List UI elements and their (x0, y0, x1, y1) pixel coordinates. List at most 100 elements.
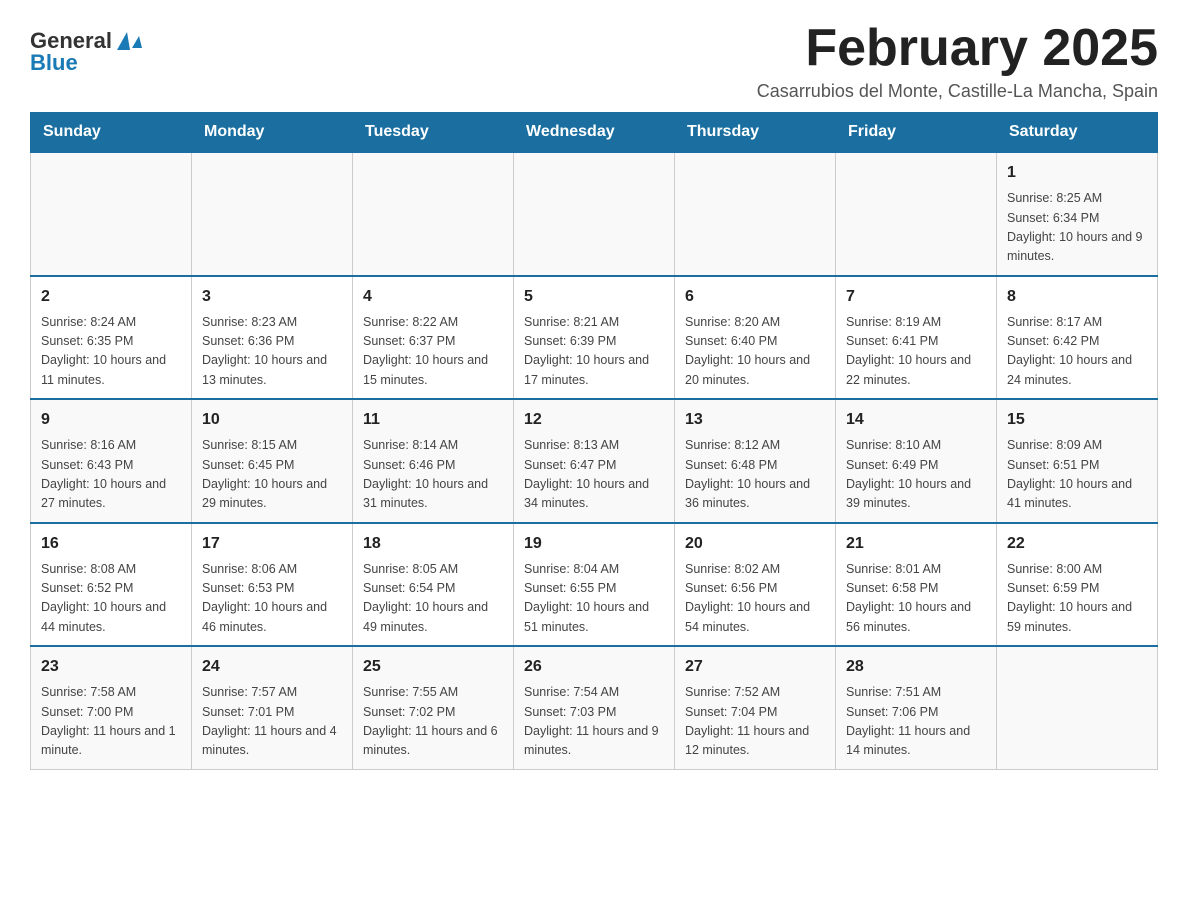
day-number: 27 (685, 655, 825, 679)
day-info: Sunrise: 8:25 AM Sunset: 6:34 PM Dayligh… (1007, 189, 1147, 267)
day-number: 11 (363, 408, 503, 432)
calendar-header: SundayMondayTuesdayWednesdayThursdayFrid… (31, 113, 1158, 153)
calendar-cell: 11 Sunrise: 8:14 AM Sunset: 6:46 PM Dayli… (353, 399, 514, 523)
calendar-cell: 7Sunrise: 8:19 AM Sunset: 6:41 PM Daylig… (836, 276, 997, 400)
weekday-header-tuesday: Tuesday (353, 113, 514, 153)
day-info: Sunrise: 7:52 AM Sunset: 7:04 PM Dayligh… (685, 683, 825, 761)
calendar-table: SundayMondayTuesdayWednesdayThursdayFrid… (30, 112, 1158, 770)
calendar-cell: 2 Sunrise: 8:24 AM Sunset: 6:35 PM Daylig… (31, 276, 192, 400)
day-number: 12 (524, 408, 664, 432)
day-number: 28 (846, 655, 986, 679)
calendar-cell: 3Sunrise: 8:23 AM Sunset: 6:36 PM Daylig… (192, 276, 353, 400)
day-info: Sunrise: 8:20 AM Sunset: 6:40 PM Dayligh… (685, 313, 825, 391)
calendar-cell (31, 152, 192, 276)
calendar-row: 23Sunrise: 7:58 AM Sunset: 7:00 PM Dayli… (31, 646, 1158, 769)
page-header: General Blue February 2025 Casarrubios d… (30, 20, 1158, 102)
day-number: 1 (1007, 161, 1147, 185)
calendar-cell: 6 Sunrise: 8:20 AM Sunset: 6:40 PM Daylig… (675, 276, 836, 400)
day-number: 20 (685, 532, 825, 556)
calendar-row: 16Sunrise: 8:08 AM Sunset: 6:52 PM Dayli… (31, 523, 1158, 647)
logo-blue-text: Blue (30, 52, 142, 74)
calendar-cell: 12 Sunrise: 8:13 AM Sunset: 6:47 PM Dayli… (514, 399, 675, 523)
weekday-header-wednesday: Wednesday (514, 113, 675, 153)
weekday-header-saturday: Saturday (997, 113, 1158, 153)
day-info: Sunrise: 7:54 AM Sunset: 7:03 PM Dayligh… (524, 683, 664, 761)
day-info: Sunrise: 8:04 AM Sunset: 6:55 PM Dayligh… (524, 560, 664, 638)
calendar-cell: 24Sunrise: 7:57 AM Sunset: 7:01 PM Dayli… (192, 646, 353, 769)
day-info: Sunrise: 8:12 AM Sunset: 6:48 PM Dayligh… (685, 436, 825, 514)
day-number: 7 (846, 285, 986, 309)
logo: General Blue (30, 30, 142, 74)
calendar-cell: 20 Sunrise: 8:02 AM Sunset: 6:56 PM Dayli… (675, 523, 836, 647)
day-number: 18 (363, 532, 503, 556)
day-info: Sunrise: 7:55 AM Sunset: 7:02 PM Dayligh… (363, 683, 503, 761)
logo-arrows-icon (114, 32, 142, 50)
calendar-cell (836, 152, 997, 276)
day-number: 4 (363, 285, 503, 309)
day-info: Sunrise: 8:06 AM Sunset: 6:53 PM Dayligh… (202, 560, 342, 638)
calendar-cell: 14Sunrise: 8:10 AM Sunset: 6:49 PM Dayli… (836, 399, 997, 523)
calendar-cell: 22 Sunrise: 8:00 AM Sunset: 6:59 PM Dayli… (997, 523, 1158, 647)
day-number: 13 (685, 408, 825, 432)
day-info: Sunrise: 8:09 AM Sunset: 6:51 PM Dayligh… (1007, 436, 1147, 514)
weekday-header-row: SundayMondayTuesdayWednesdayThursdayFrid… (31, 113, 1158, 153)
day-number: 16 (41, 532, 181, 556)
calendar-cell (192, 152, 353, 276)
day-number: 9 (41, 408, 181, 432)
calendar-cell: 27 Sunrise: 7:52 AM Sunset: 7:04 PM Dayli… (675, 646, 836, 769)
calendar-cell: 15 Sunrise: 8:09 AM Sunset: 6:51 PM Dayli… (997, 399, 1158, 523)
title-block: February 2025 Casarrubios del Monte, Cas… (757, 20, 1158, 102)
calendar-body: 1 Sunrise: 8:25 AM Sunset: 6:34 PM Daylig… (31, 152, 1158, 769)
day-number: 2 (41, 285, 181, 309)
day-number: 10 (202, 408, 342, 432)
day-info: Sunrise: 8:01 AM Sunset: 6:58 PM Dayligh… (846, 560, 986, 638)
day-number: 26 (524, 655, 664, 679)
page-title: February 2025 (757, 20, 1158, 77)
calendar-cell: 17 Sunrise: 8:06 AM Sunset: 6:53 PM Dayli… (192, 523, 353, 647)
calendar-cell: 28 Sunrise: 7:51 AM Sunset: 7:06 PM Dayli… (836, 646, 997, 769)
day-info: Sunrise: 7:57 AM Sunset: 7:01 PM Dayligh… (202, 683, 342, 761)
day-info: Sunrise: 8:14 AM Sunset: 6:46 PM Dayligh… (363, 436, 503, 514)
day-info: Sunrise: 8:16 AM Sunset: 6:43 PM Dayligh… (41, 436, 181, 514)
day-number: 8 (1007, 285, 1147, 309)
day-info: Sunrise: 8:10 AM Sunset: 6:49 PM Dayligh… (846, 436, 986, 514)
calendar-cell: 26 Sunrise: 7:54 AM Sunset: 7:03 PM Dayli… (514, 646, 675, 769)
day-info: Sunrise: 8:00 AM Sunset: 6:59 PM Dayligh… (1007, 560, 1147, 638)
weekday-header-monday: Monday (192, 113, 353, 153)
day-number: 21 (846, 532, 986, 556)
calendar-cell: 5Sunrise: 8:21 AM Sunset: 6:39 PM Daylig… (514, 276, 675, 400)
day-info: Sunrise: 8:24 AM Sunset: 6:35 PM Dayligh… (41, 313, 181, 391)
calendar-cell: 19 Sunrise: 8:04 AM Sunset: 6:55 PM Dayli… (514, 523, 675, 647)
calendar-cell: 1 Sunrise: 8:25 AM Sunset: 6:34 PM Daylig… (997, 152, 1158, 276)
day-info: Sunrise: 8:15 AM Sunset: 6:45 PM Dayligh… (202, 436, 342, 514)
calendar-cell (675, 152, 836, 276)
calendar-row: 2 Sunrise: 8:24 AM Sunset: 6:35 PM Daylig… (31, 276, 1158, 400)
day-number: 19 (524, 532, 664, 556)
day-info: Sunrise: 8:17 AM Sunset: 6:42 PM Dayligh… (1007, 313, 1147, 391)
calendar-cell: 25 Sunrise: 7:55 AM Sunset: 7:02 PM Dayli… (353, 646, 514, 769)
calendar-cell: 4 Sunrise: 8:22 AM Sunset: 6:37 PM Daylig… (353, 276, 514, 400)
calendar-cell: 18 Sunrise: 8:05 AM Sunset: 6:54 PM Dayli… (353, 523, 514, 647)
day-number: 6 (685, 285, 825, 309)
calendar-cell: 8 Sunrise: 8:17 AM Sunset: 6:42 PM Daylig… (997, 276, 1158, 400)
page-subtitle: Casarrubios del Monte, Castille-La Manch… (757, 81, 1158, 102)
day-number: 5 (524, 285, 664, 309)
calendar-cell (353, 152, 514, 276)
calendar-row: 1 Sunrise: 8:25 AM Sunset: 6:34 PM Daylig… (31, 152, 1158, 276)
calendar-row: 9 Sunrise: 8:16 AM Sunset: 6:43 PM Daylig… (31, 399, 1158, 523)
weekday-header-sunday: Sunday (31, 113, 192, 153)
day-number: 23 (41, 655, 181, 679)
day-info: Sunrise: 7:51 AM Sunset: 7:06 PM Dayligh… (846, 683, 986, 761)
day-info: Sunrise: 8:13 AM Sunset: 6:47 PM Dayligh… (524, 436, 664, 514)
calendar-cell (514, 152, 675, 276)
weekday-header-friday: Friday (836, 113, 997, 153)
day-number: 22 (1007, 532, 1147, 556)
day-number: 17 (202, 532, 342, 556)
day-info: Sunrise: 8:02 AM Sunset: 6:56 PM Dayligh… (685, 560, 825, 638)
day-info: Sunrise: 8:05 AM Sunset: 6:54 PM Dayligh… (363, 560, 503, 638)
day-info: Sunrise: 8:22 AM Sunset: 6:37 PM Dayligh… (363, 313, 503, 391)
calendar-cell: 16Sunrise: 8:08 AM Sunset: 6:52 PM Dayli… (31, 523, 192, 647)
day-number: 25 (363, 655, 503, 679)
day-number: 15 (1007, 408, 1147, 432)
calendar-cell (997, 646, 1158, 769)
